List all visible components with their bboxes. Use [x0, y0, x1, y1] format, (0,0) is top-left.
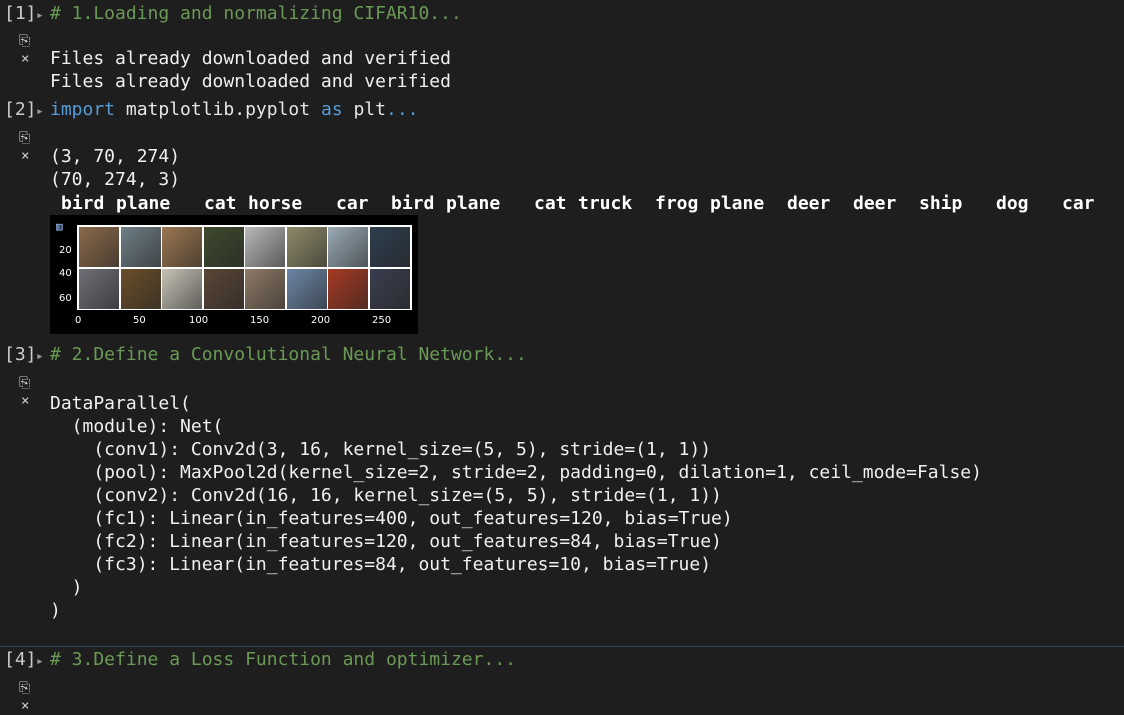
image-grid: [77, 225, 412, 310]
image-tile: [369, 269, 410, 309]
image-tile: [369, 227, 410, 267]
chevron-right-icon[interactable]: ▸: [36, 349, 44, 364]
x-tick-label: 50: [133, 315, 146, 326]
image-label: car: [1062, 193, 1095, 214]
image-label: deer: [853, 193, 897, 214]
image-label: frog: [655, 193, 699, 214]
cell-3-code[interactable]: # 2.Define a Convolutional Neural Networ…: [50, 344, 527, 365]
clear-output-icon[interactable]: ×: [21, 393, 29, 409]
code-ellipsis: ...: [385, 99, 419, 120]
x-tick-label: 0: [75, 315, 82, 326]
image-tile: [328, 269, 368, 309]
y-tick-label: 60: [59, 293, 72, 304]
x-tick-label: 100: [189, 315, 209, 326]
cell-2-exec-count: [2]: [4, 99, 37, 120]
copy-icon[interactable]: ⎘: [19, 33, 30, 49]
image-tile: [286, 269, 327, 309]
cell-1-code[interactable]: # 1.Loading and normalizing CIFAR10...: [50, 3, 462, 24]
y-tick-label: 40: [59, 268, 72, 279]
cell-2-output-line: (70, 274, 3): [50, 169, 181, 190]
model-summary-line: (fc2): Linear(in_features=120, out_featu…: [50, 531, 722, 552]
image-tile: [162, 269, 202, 309]
copy-icon[interactable]: ⎘: [19, 130, 30, 146]
clear-output-icon[interactable]: ×: [21, 698, 29, 714]
image-label: cat: [204, 193, 237, 214]
image-label: bird: [391, 193, 435, 214]
image-label: truck: [578, 193, 633, 214]
image-label: plane: [116, 193, 171, 214]
image-label: horse: [248, 193, 303, 214]
cell-2-code[interactable]: import matplotlib.pyplot as plt...: [50, 99, 419, 120]
chart-icon[interactable]: ▥: [56, 220, 63, 233]
image-label: ship: [919, 193, 963, 214]
model-summary-line: (fc3): Linear(in_features=84, out_featur…: [50, 554, 712, 575]
model-summary-line: ): [50, 600, 61, 621]
image-label: car: [336, 193, 369, 214]
image-tile: [203, 227, 244, 267]
model-summary-line: (conv2): Conv2d(16, 16, kernel_size=(5, …: [50, 485, 722, 506]
code-keyword: as: [320, 99, 343, 120]
chevron-right-icon[interactable]: ▸: [36, 654, 44, 669]
model-summary-line: (conv1): Conv2d(3, 16, kernel_size=(5, 5…: [50, 439, 712, 460]
y-tick-label: 20: [59, 245, 72, 256]
model-summary-line: (module): Net(: [50, 416, 224, 437]
image-label: plane: [710, 193, 765, 214]
cell-1-exec-count: [1]: [4, 3, 37, 24]
cell-2-output-line: (3, 70, 274): [50, 146, 181, 167]
x-tick-label: 200: [311, 315, 331, 326]
model-summary-line: (fc1): Linear(in_features=400, out_featu…: [50, 508, 733, 529]
image-tile: [79, 227, 119, 267]
image-grid-plot: ▥ 20 40 60 0 50 100 150 200 250: [50, 215, 418, 334]
code-text: matplotlib.pyplot: [115, 99, 321, 120]
image-tile: [120, 227, 161, 267]
clear-output-icon[interactable]: ×: [21, 51, 29, 67]
cell-3-exec-count: [3]: [4, 344, 37, 365]
x-tick-label: 250: [372, 315, 392, 326]
copy-icon[interactable]: ⎘: [19, 680, 30, 696]
image-tile: [162, 227, 202, 267]
model-summary-line: (pool): MaxPool2d(kernel_size=2, stride=…: [50, 462, 982, 483]
chevron-right-icon[interactable]: ▸: [36, 8, 44, 23]
model-summary-line: DataParallel(: [50, 393, 191, 414]
cell-4-exec-count: [4]: [4, 649, 37, 670]
cell-1-output-line: Files already downloaded and verified: [50, 71, 451, 92]
image-label: deer: [787, 193, 831, 214]
image-tile: [328, 227, 368, 267]
image-tile: [245, 269, 285, 309]
image-label: dog: [996, 193, 1029, 214]
chevron-right-icon[interactable]: ▸: [36, 104, 44, 119]
model-summary-line: ): [50, 577, 83, 598]
cell-divider: [0, 646, 1124, 647]
copy-icon[interactable]: ⎘: [19, 375, 30, 391]
image-tile: [245, 227, 285, 267]
image-tile: [203, 269, 244, 309]
cell-4-code[interactable]: # 3.Define a Loss Function and optimizer…: [50, 649, 516, 670]
code-keyword: import: [50, 99, 116, 120]
image-tile: [286, 227, 327, 267]
clear-output-icon[interactable]: ×: [21, 148, 29, 164]
cell-1-output-line: Files already downloaded and verified: [50, 48, 451, 69]
image-tile: [79, 269, 119, 309]
image-tile: [120, 269, 161, 309]
image-label: plane: [446, 193, 501, 214]
image-label: cat: [534, 193, 567, 214]
image-label: bird: [61, 193, 105, 214]
x-tick-label: 150: [250, 315, 270, 326]
code-text: plt: [342, 99, 386, 120]
